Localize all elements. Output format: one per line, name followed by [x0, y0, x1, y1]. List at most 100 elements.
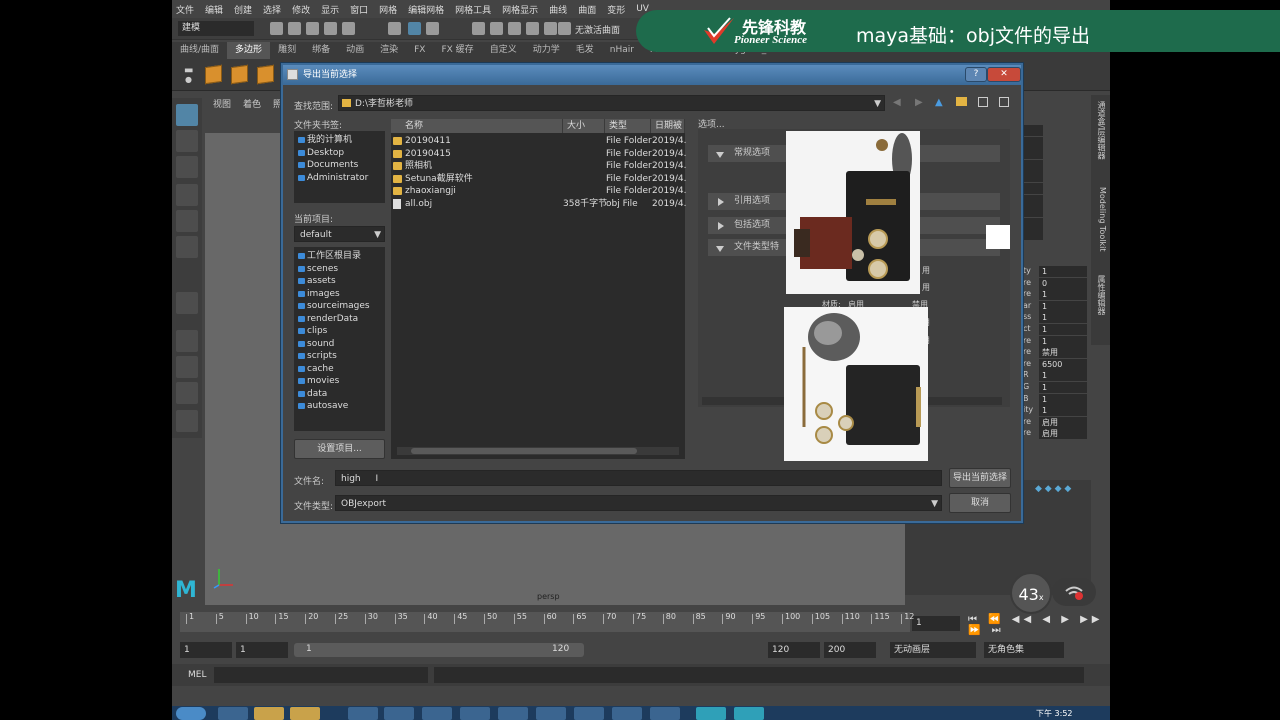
detail-view-icon[interactable] [999, 97, 1009, 107]
playback-controls[interactable]: ⏮ ⏪ ◀◀ ◀ ▶ ▶▶ ⏩ ⏭ [968, 614, 1110, 636]
playback-end-field[interactable]: 120 [768, 642, 820, 658]
single-view-layout-icon[interactable] [176, 330, 198, 352]
menu-item[interactable]: 创建 [234, 3, 252, 16]
shelf-tab[interactable]: 多边形 [227, 42, 271, 59]
project-folder-item[interactable]: data [297, 388, 327, 400]
anim-layer-dropdown[interactable]: 无动画层 [890, 642, 976, 658]
channel-box-tab[interactable]: 通道盒/层编辑器 [1095, 101, 1107, 160]
menu-item[interactable]: 曲面 [578, 3, 596, 16]
taskbar-app-icon[interactable] [574, 707, 604, 720]
rotate-tool-icon[interactable] [176, 210, 198, 232]
snap-point-icon[interactable] [508, 22, 521, 35]
up-folder-icon[interactable]: ▲ [935, 97, 943, 108]
range-slider[interactable]: 1 120 [294, 643, 584, 657]
channel-value[interactable]: 启用 [1039, 416, 1087, 428]
col-type[interactable]: 类型 [605, 119, 651, 133]
shelf-tab[interactable]: 曲线/曲面 [172, 42, 227, 59]
file-row[interactable]: 20190415 File Folder 2019/4. [391, 148, 687, 160]
redo-icon[interactable] [342, 22, 355, 35]
channel-value[interactable]: 1 [1039, 312, 1087, 324]
channel-row[interactable]: ss 1 [1023, 312, 1093, 324]
snap-surface-icon[interactable] [544, 22, 557, 35]
start-button-icon[interactable] [176, 707, 206, 720]
bookmark-item[interactable]: Documents [297, 159, 358, 171]
project-folder-item[interactable]: autosave [297, 400, 348, 412]
paint-select-icon[interactable] [176, 156, 198, 178]
bookmark-item[interactable]: Administrator [297, 172, 368, 184]
channel-row[interactable]: ar 1 [1023, 300, 1093, 312]
shelf-tab[interactable]: 绑备 [304, 42, 338, 59]
cancel-button[interactable]: 取消 [949, 493, 1011, 513]
mel-input[interactable] [214, 667, 428, 683]
channel-row[interactable]: re 1 [1023, 335, 1093, 347]
mode-selector[interactable]: 建模 [178, 21, 254, 36]
channel-row[interactable]: B1 [1023, 393, 1093, 405]
shelf-tab[interactable]: 雕刻 [270, 42, 304, 59]
channel-value[interactable]: 1 [1039, 382, 1087, 393]
lasso-tool-icon[interactable] [176, 130, 198, 152]
channel-row[interactable]: R1 [1023, 370, 1093, 382]
transform-tool-icon[interactable] [176, 292, 198, 314]
select-component-icon[interactable] [426, 22, 439, 35]
channel-value[interactable]: 0 [1039, 277, 1087, 289]
col-size[interactable]: 大小 [563, 119, 605, 133]
shelf-options-icon[interactable]: ● [185, 75, 192, 84]
color-swatch[interactable] [986, 225, 1010, 249]
scale-tool-icon[interactable] [176, 236, 198, 258]
close-button[interactable]: ✕ [987, 67, 1021, 82]
menu-item[interactable]: 窗口 [350, 3, 368, 16]
anim-end-field[interactable]: 200 [824, 642, 876, 658]
character-set-dropdown[interactable]: 无角色集 [984, 642, 1064, 658]
file-row[interactable]: 20190411 File Folder 2019/4. [391, 135, 687, 147]
project-folder-item[interactable]: cache [297, 363, 334, 375]
taskbar-app-icon[interactable] [254, 707, 284, 720]
shelf-tab[interactable]: nHair [602, 42, 642, 59]
channel-value[interactable]: 1 [1039, 405, 1087, 417]
taskbar-app-icon[interactable] [536, 707, 566, 720]
channel-row[interactable]: ity 1 [1023, 405, 1093, 417]
snap-curve-icon[interactable] [490, 22, 503, 35]
scroll-thumb[interactable] [411, 448, 637, 454]
viewport-menu-item[interactable]: 视图 [213, 97, 231, 110]
channel-value[interactable]: 1 [1039, 266, 1087, 277]
menu-item[interactable]: 变形 [607, 3, 625, 16]
taskbar-app-icon[interactable] [348, 707, 378, 720]
menu-item[interactable]: 网格 [379, 3, 397, 16]
filetype-dropdown[interactable]: OBJexport ▼ [335, 495, 942, 511]
channel-value[interactable]: 1 [1039, 335, 1087, 347]
project-folder-item[interactable]: movies [297, 375, 339, 387]
layer-icon[interactable]: ◆ ◆ ◆ ◆ [1035, 484, 1071, 494]
channel-value[interactable]: 1 [1039, 370, 1087, 382]
menu-item[interactable]: 显示 [321, 3, 339, 16]
channel-row[interactable]: re 1 [1023, 289, 1093, 301]
filename-input[interactable]: high I [335, 470, 942, 486]
col-date[interactable]: 日期被 [651, 119, 685, 133]
file-row[interactable]: 照相机 File Folder 2019/4. [391, 160, 687, 172]
forward-icon[interactable]: ▶ [915, 97, 923, 108]
channel-row[interactable]: re 6500 [1023, 358, 1093, 370]
new-folder-icon[interactable] [956, 97, 967, 106]
viewport-menu-item[interactable]: 着色 [243, 97, 261, 110]
anim-start-field[interactable]: 1 [180, 642, 232, 658]
current-time-field[interactable]: 1 [912, 616, 960, 631]
menu-item[interactable]: 曲线 [549, 3, 567, 16]
channel-row[interactable]: re 启用 [1023, 416, 1093, 428]
taskbar-maya-icon[interactable] [696, 707, 726, 720]
channel-value[interactable]: 6500 [1039, 358, 1087, 370]
open-scene-icon[interactable] [288, 22, 301, 35]
channel-row[interactable]: ct 1 [1023, 324, 1093, 335]
menu-item[interactable]: 文件 [176, 3, 194, 16]
save-scene-icon[interactable] [306, 22, 319, 35]
taskbar-app-icon[interactable] [422, 707, 452, 720]
shelf-tab[interactable]: 动力学 [525, 42, 568, 59]
taskbar-app-icon[interactable] [290, 707, 320, 720]
channel-value[interactable]: 禁用 [1039, 347, 1087, 359]
playback-start-field[interactable]: 1 [236, 642, 288, 658]
back-icon[interactable]: ◀ [893, 97, 901, 108]
file-list[interactable]: 名称 大小 类型 日期被 20190411 File Folder 2019/4. 2… [391, 119, 687, 459]
select-hierarchy-icon[interactable] [388, 22, 401, 35]
poly-cube-icon[interactable] [231, 64, 248, 85]
taskbar-app-icon[interactable] [218, 707, 248, 720]
select-tool-icon[interactable] [176, 104, 198, 126]
project-folder-item[interactable]: scenes [297, 263, 338, 275]
